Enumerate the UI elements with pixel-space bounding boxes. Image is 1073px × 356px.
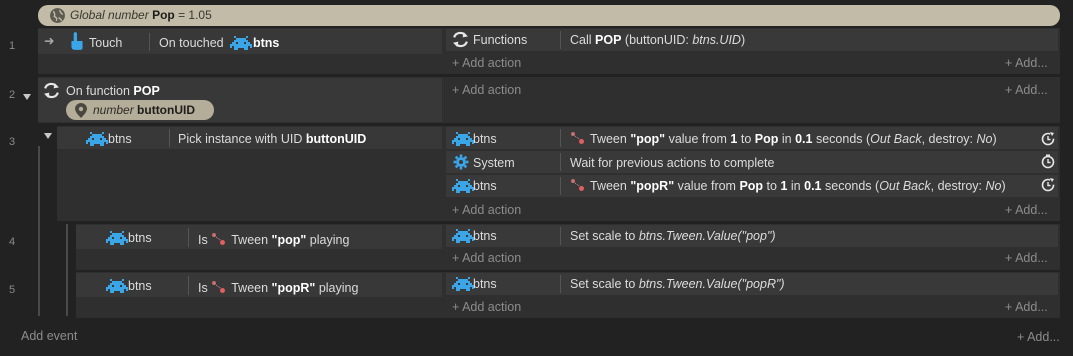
condition-object: btns bbox=[128, 279, 152, 293]
add-action-button[interactable]: + Add action bbox=[452, 56, 521, 70]
action-object: btns bbox=[473, 277, 497, 291]
invader-sprite-icon bbox=[452, 275, 474, 291]
row-number: 5 bbox=[8, 284, 16, 296]
row-number: 4 bbox=[8, 236, 16, 248]
row-number: 1 bbox=[8, 40, 16, 52]
condition-text: Is Tween "popR" playing bbox=[198, 280, 359, 295]
invader-sprite-icon bbox=[86, 130, 108, 146]
tween-icon bbox=[569, 178, 586, 192]
global-variable-pop[interactable]: Global number Pop = 1.05 bbox=[38, 5, 1060, 26]
add-more-button[interactable]: + Add... bbox=[1005, 56, 1048, 70]
action-text: Wait for previous actions to complete bbox=[570, 156, 775, 170]
add-more-button[interactable]: + Add... bbox=[1005, 251, 1048, 265]
action-text: Set scale to btns.Tween.Value("pop") bbox=[570, 229, 776, 243]
global-var-type: Global number bbox=[70, 8, 149, 22]
action-text: Set scale to btns.Tween.Value("popR") bbox=[570, 277, 785, 291]
condition-object-btns: btns bbox=[253, 36, 280, 50]
condition-text: On function POP bbox=[66, 84, 160, 98]
add-more-button[interactable]: + Add... bbox=[1017, 330, 1060, 344]
add-action-button[interactable]: + Add action bbox=[452, 203, 521, 217]
add-more-button[interactable]: + Add... bbox=[1005, 203, 1048, 217]
tween-icon bbox=[569, 131, 586, 145]
condition-object: Touch bbox=[89, 36, 123, 50]
invader-sprite-icon bbox=[106, 277, 128, 293]
add-more-button[interactable]: + Add... bbox=[1005, 83, 1048, 97]
action-object: btns bbox=[473, 229, 497, 243]
gear-icon bbox=[453, 154, 469, 170]
action-text: Call POP (buttonUID: btns.UID) bbox=[570, 33, 746, 47]
map-pin-icon bbox=[75, 103, 87, 118]
stopwatch-icon bbox=[1040, 154, 1056, 170]
add-event-button[interactable]: Add event bbox=[21, 329, 77, 343]
add-action-button[interactable]: + Add action bbox=[452, 300, 521, 314]
collapse-arrow-icon[interactable] bbox=[44, 133, 52, 139]
invader-sprite-icon bbox=[452, 177, 474, 193]
global-var-name: Pop bbox=[152, 8, 175, 22]
action-object: btns bbox=[473, 179, 497, 193]
globe-icon bbox=[50, 8, 65, 23]
condition-text: On touched bbox=[159, 36, 224, 50]
refresh-icon bbox=[1040, 131, 1056, 147]
swap-arrows-icon bbox=[43, 82, 60, 99]
hand-pointer-icon bbox=[71, 32, 83, 50]
collapse-arrow-icon[interactable] bbox=[23, 94, 31, 100]
action-row[interactable] bbox=[446, 29, 1058, 51]
refresh-icon bbox=[1040, 177, 1056, 193]
action-text: Tween "pop" value from 1 to Pop in 0.1 s… bbox=[569, 131, 997, 147]
event-arrow-icon: ➜ bbox=[44, 34, 55, 48]
action-text: Tween "popR" value from Pop to 1 in 0.1 … bbox=[569, 178, 1006, 194]
global-var-value: = 1.05 bbox=[178, 8, 212, 22]
condition-object: btns bbox=[128, 231, 152, 245]
param-name: buttonUID bbox=[137, 103, 196, 117]
add-action-button[interactable]: + Add action bbox=[452, 83, 521, 97]
tree-line bbox=[66, 224, 68, 316]
action-object: System bbox=[473, 156, 515, 170]
action-object: Functions bbox=[473, 33, 528, 47]
invader-sprite-icon bbox=[230, 34, 252, 50]
row-number: 3 bbox=[8, 136, 16, 148]
row-number: 2 bbox=[8, 89, 16, 101]
action-object: btns bbox=[473, 132, 497, 146]
tween-icon bbox=[210, 280, 227, 294]
tree-line bbox=[38, 146, 40, 316]
add-more-button[interactable]: + Add... bbox=[1005, 300, 1048, 314]
param-type: number bbox=[93, 103, 134, 117]
tween-icon bbox=[210, 232, 227, 246]
invader-sprite-icon bbox=[452, 227, 474, 243]
add-action-button[interactable]: + Add action bbox=[452, 251, 521, 265]
swap-arrows-icon bbox=[452, 31, 469, 48]
function-parameter[interactable]: number buttonUID bbox=[66, 100, 214, 120]
condition-object: btns bbox=[108, 132, 132, 146]
invader-sprite-icon bbox=[106, 229, 128, 245]
condition-text: Is Tween "pop" playing bbox=[198, 232, 350, 247]
invader-sprite-icon bbox=[452, 130, 474, 146]
condition-text: Pick instance with UID buttonUID bbox=[178, 132, 367, 146]
